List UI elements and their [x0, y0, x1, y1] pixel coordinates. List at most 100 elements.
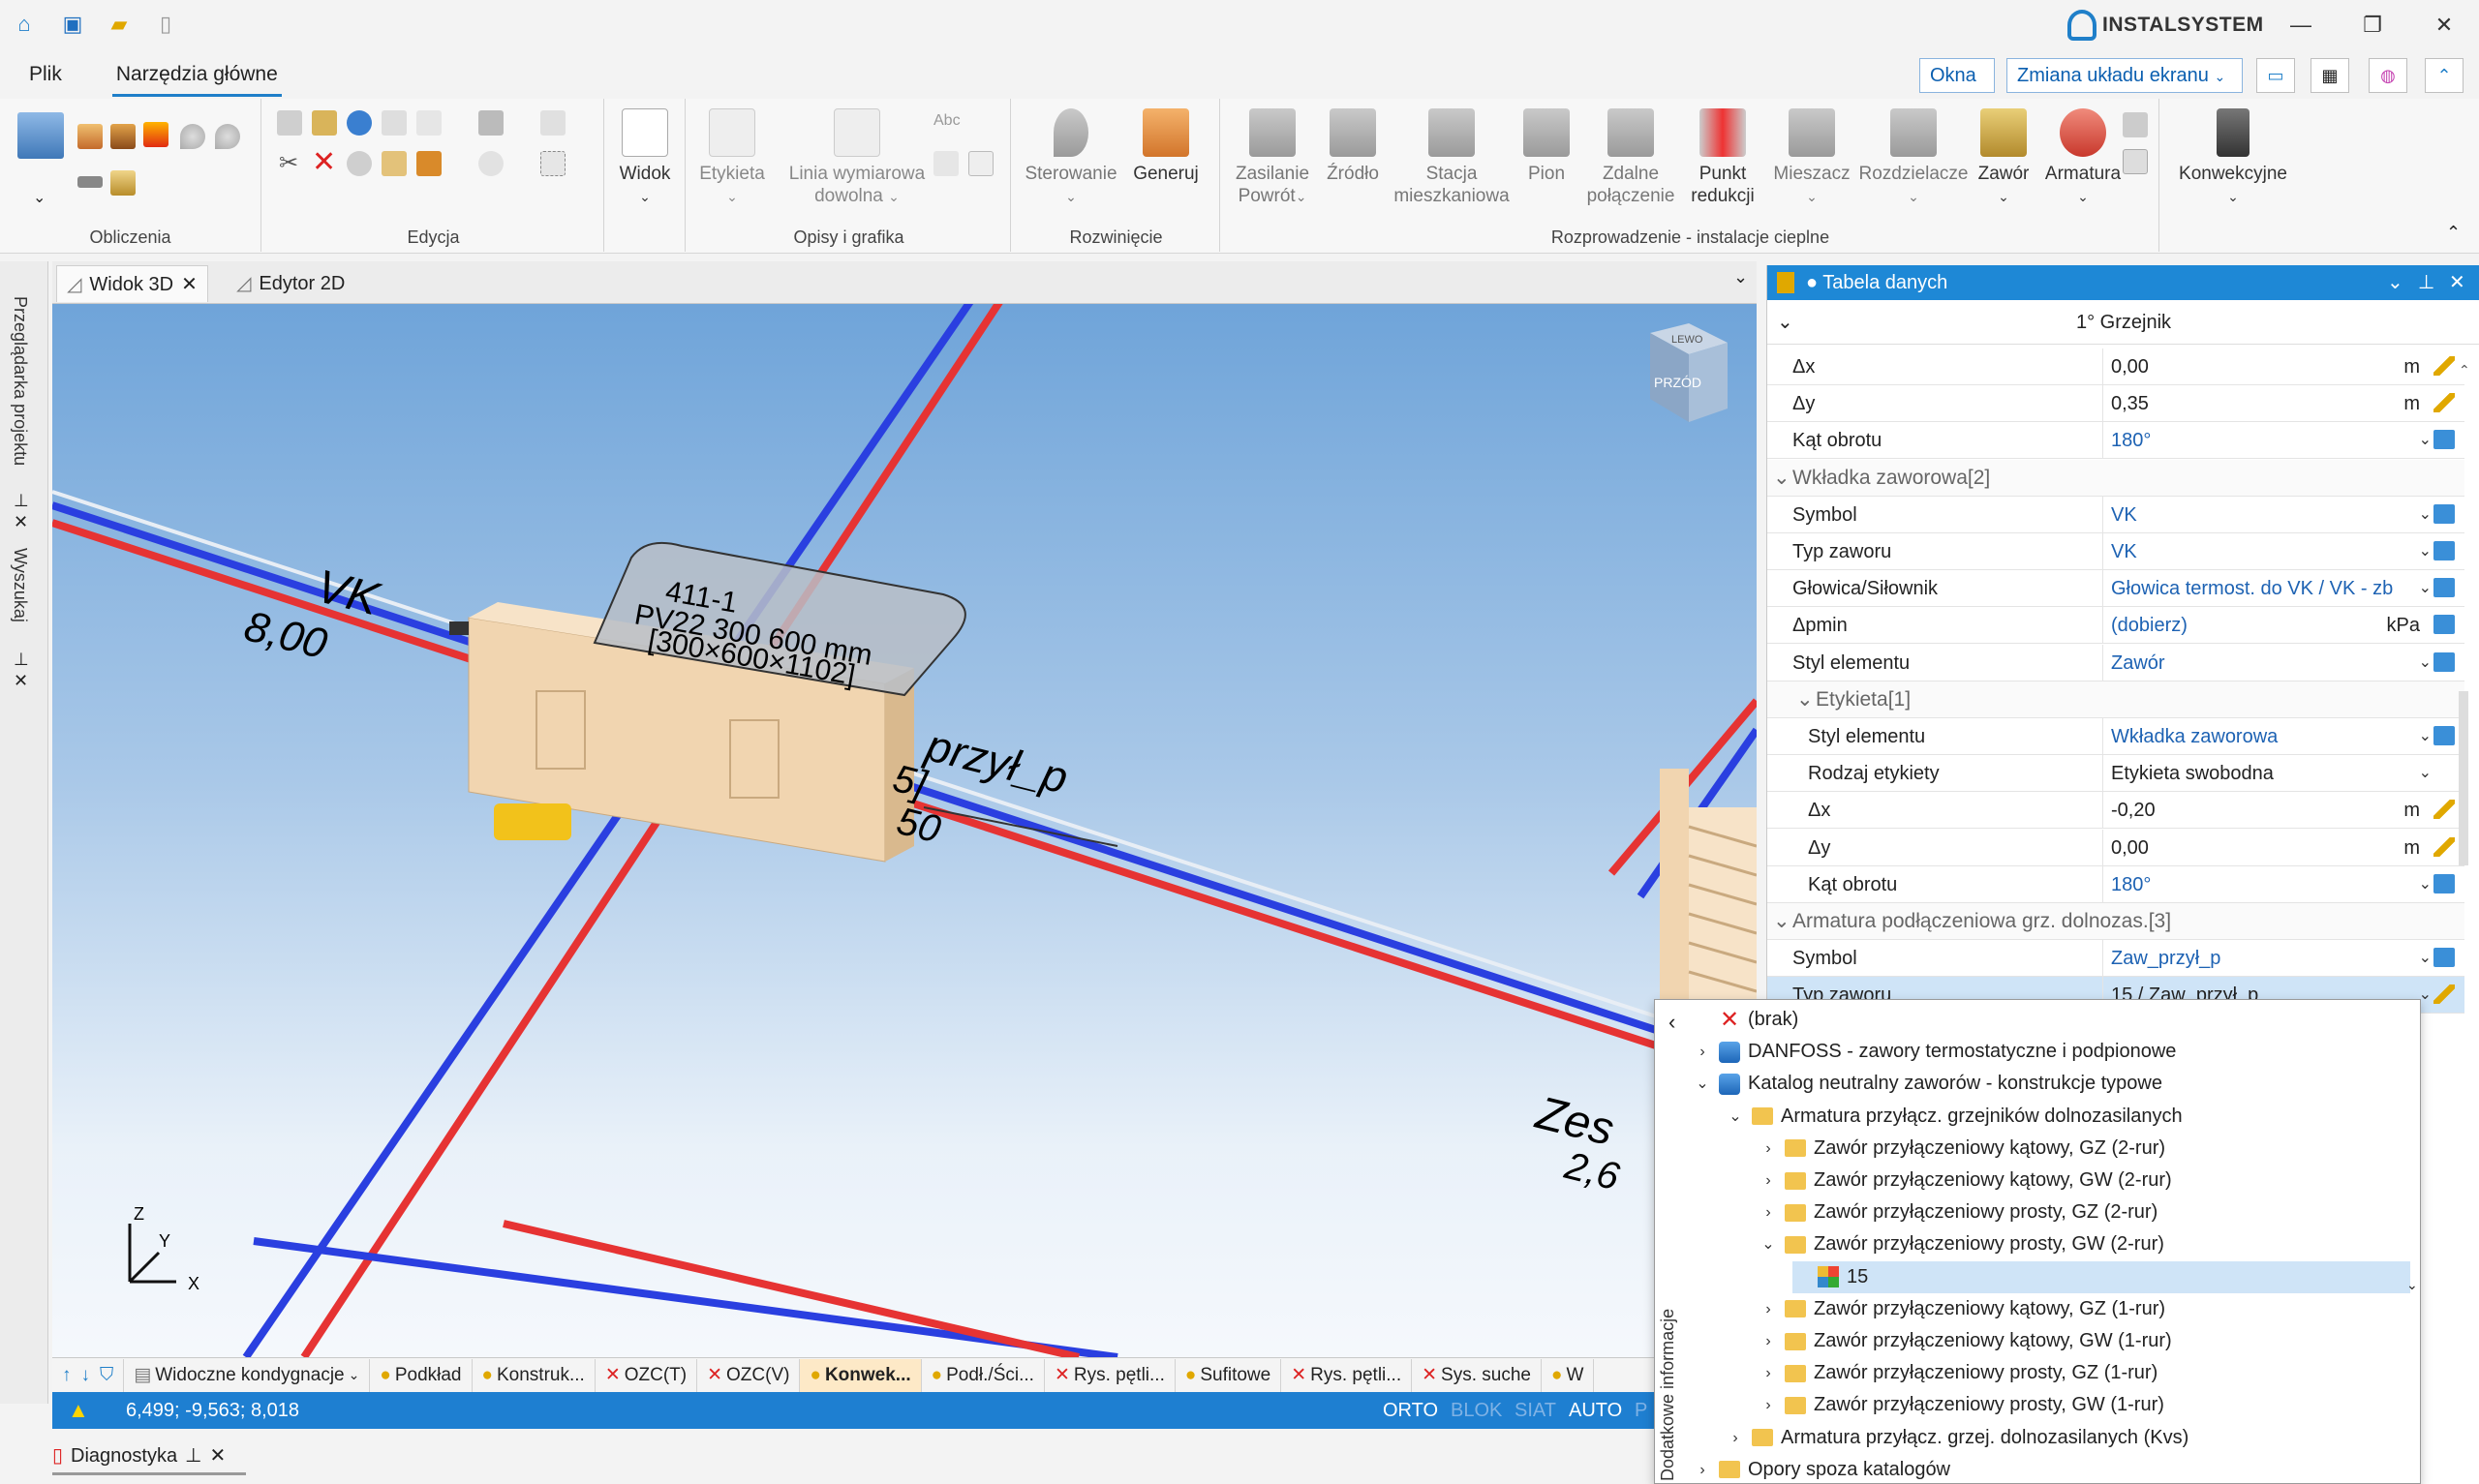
tab-widok-3d[interactable]: ◿ Widok 3D ✕	[56, 265, 208, 302]
tree-item[interactable]: › Zawór przyłączeniowy kątowy, GZ (1-rur)	[1760, 1293, 2410, 1325]
layout-dropdown[interactable]: Zmiana układu ekranu ⌄	[2006, 58, 2243, 93]
chevron-down-icon[interactable]: ⌄	[1727, 1101, 1744, 1133]
pin-icon[interactable]: ⊥	[185, 1438, 201, 1474]
pipe-icon[interactable]	[77, 176, 103, 188]
tree-item[interactable]: ✕ (brak)	[1694, 1004, 2410, 1036]
property-row[interactable]: Symbol Zaw_przył_p ⌄	[1767, 940, 2464, 978]
close-button[interactable]: ✕	[2415, 6, 2473, 45]
tree-item[interactable]: › Zawór przyłączeniowy prosty, GZ (1-rur)	[1760, 1357, 2410, 1389]
save-icon[interactable]: ▣	[58, 10, 87, 39]
new-file-icon[interactable]: ▯	[151, 10, 180, 39]
valve-type-dropdown[interactable]: ‹ ✕ (brak) › DANFOSS - zawory termostatyczn…	[1654, 999, 2421, 1484]
property-row[interactable]: Symbol VK ⌄	[1767, 496, 2464, 533]
property-value[interactable]: Zawór	[2102, 644, 2393, 681]
radiator-small-icon-2[interactable]	[2123, 149, 2148, 174]
pencil-icon[interactable]	[2433, 984, 2455, 1005]
layer-item[interactable]: ● Sufitowe	[1176, 1358, 1282, 1392]
chevron-down-icon[interactable]: ⌄	[2419, 570, 2432, 607]
generate-button[interactable]: Generuj	[1127, 108, 1205, 185]
link-icon[interactable]	[2433, 503, 2455, 524]
property-row[interactable]: Δy 0,00 m	[1767, 829, 2464, 866]
chevron-right-icon[interactable]: ›	[1760, 1165, 1777, 1196]
warning-icon[interactable]: ▲	[68, 1392, 89, 1429]
valve-button[interactable]: Zawór ⌄	[1970, 108, 2037, 208]
tab-plik[interactable]: Plik	[0, 54, 89, 97]
source-button[interactable]: Źródło	[1319, 108, 1387, 185]
minimize-button[interactable]: —	[2272, 6, 2330, 45]
chevron-right-icon[interactable]: ›	[1727, 1422, 1744, 1454]
dimension-line-button[interactable]: Linia wymiarowa dowolna ⌄	[777, 108, 937, 208]
chevron-down-icon[interactable]: ⌄	[2419, 422, 2432, 459]
tree-item[interactable]: 15	[1792, 1260, 2410, 1293]
property-value[interactable]: Etykieta swobodna	[2102, 755, 2393, 792]
link-icon[interactable]	[2433, 578, 2455, 598]
mode-blok[interactable]: BLOK	[1451, 1392, 1502, 1429]
home-icon[interactable]: ⌂	[10, 10, 39, 39]
grid-icon[interactable]	[540, 110, 566, 136]
property-row[interactable]: Styl elementu Zawór ⌄	[1767, 644, 2464, 681]
property-value[interactable]: Głowica termost. do VK / VK - zb	[2102, 570, 2393, 607]
link-icon[interactable]	[2433, 873, 2455, 893]
chevron-down-icon[interactable]: ⌄	[2419, 755, 2432, 792]
tree-item[interactable]: ⌄ Katalog neutralny zaworów - konstrukcje…	[1694, 1068, 2410, 1100]
chevron-down-icon[interactable]: ⌄	[2419, 645, 2432, 681]
visible-levels-dropdown[interactable]: ▤ Widoczne kondygnacje ⌄	[124, 1358, 371, 1392]
diagnostics-tab[interactable]: ▯ Diagnostyka ⊥ ✕	[52, 1439, 246, 1475]
chevron-right-icon[interactable]: ›	[1760, 1133, 1777, 1165]
tree-item[interactable]: ⌄ Armatura przyłącz. grzejników dolnozasi…	[1727, 1101, 2410, 1133]
property-value[interactable]: (dobierz)	[2102, 607, 2393, 644]
mixer-button[interactable]: Mieszacz ⌄	[1766, 108, 1857, 208]
open-icon[interactable]: ▰	[105, 10, 134, 39]
filter-icon[interactable]: ⛉	[100, 1365, 113, 1386]
chevron-right-icon[interactable]: ›	[1760, 1389, 1777, 1421]
mode-orto[interactable]: ORTO	[1383, 1392, 1438, 1429]
pencil-icon[interactable]	[2433, 836, 2455, 857]
folder-calc-icon[interactable]	[110, 170, 136, 196]
layer-item[interactable]: ✕ OZC(V)	[697, 1358, 801, 1392]
house-icon[interactable]	[110, 124, 136, 149]
property-row[interactable]: Δx 0,00 m	[1767, 348, 2464, 385]
property-row[interactable]: Rodzaj etykiety Etykieta swobodna ⌄	[1767, 755, 2464, 793]
close-icon[interactable]: ✕	[2449, 265, 2465, 300]
view-cube-front[interactable]: PRZÓD	[1654, 375, 1701, 390]
tab-edytor-2d[interactable]: ◿ Edytor 2D	[227, 265, 354, 302]
delete-icon[interactable]: ✕	[312, 145, 336, 179]
scrollbar-thumb[interactable]	[2459, 691, 2468, 865]
redo-icon[interactable]	[347, 151, 372, 176]
chevron-down-icon[interactable]: ⌄	[2387, 265, 2403, 300]
chevron-right-icon[interactable]: ›	[1694, 1036, 1711, 1068]
property-section[interactable]: ⌄ Armatura podłączeniowa grz. dolnozas.[3…	[1767, 903, 2464, 940]
chevron-right-icon[interactable]: ›	[1760, 1196, 1777, 1228]
convection-button[interactable]: Konwekcyjne ⌄	[2171, 108, 2295, 208]
pin-icon[interactable]: ⊥	[2418, 265, 2434, 300]
align-icon[interactable]	[416, 110, 442, 136]
chevron-right-icon[interactable]: ›	[1760, 1357, 1777, 1389]
back-arrow-icon[interactable]: ‹	[1668, 1010, 1675, 1035]
chevron-right-icon[interactable]: ›	[1760, 1293, 1777, 1325]
link-icon[interactable]	[2433, 726, 2455, 745]
arrow-up-icon[interactable]: ↑	[62, 1365, 72, 1386]
mirror-icon[interactable]	[416, 151, 442, 176]
mode-p[interactable]: P	[1635, 1392, 1647, 1429]
screen-layout-icon[interactable]: ▭	[2256, 58, 2295, 93]
drop-icon[interactable]	[180, 124, 205, 149]
station-button[interactable]: Stacja mieszkaniowa	[1389, 108, 1515, 207]
scroll-down-icon[interactable]: ⌄	[2406, 1277, 2418, 1293]
tree-item[interactable]: › Zawór przyłączeniowy kątowy, GW (2-rur)	[1760, 1165, 2410, 1196]
property-value[interactable]: Wkładka zaworowa	[2102, 718, 2393, 754]
chevron-down-icon[interactable]: ⌄	[1777, 300, 1793, 345]
close-icon[interactable]: ✕	[210, 1438, 227, 1474]
label-button[interactable]: Etykieta ⌄	[693, 108, 771, 208]
text-style-button[interactable]: Abc	[933, 112, 961, 130]
property-section[interactable]: ⌄ Etykieta[1]	[1767, 681, 2464, 718]
property-row[interactable]: Kąt obrotu 180° ⌄	[1767, 865, 2464, 903]
fittings-button[interactable]: Armatura ⌄	[2037, 108, 2128, 208]
view-cube[interactable]: LEWO PRZÓD	[1650, 323, 1728, 422]
link-icon[interactable]	[2433, 541, 2455, 560]
layer-item[interactable]: ● Konwek...	[800, 1358, 922, 1392]
chevron-down-icon[interactable]: ⌄	[1773, 903, 1790, 940]
close-icon[interactable]: ✕	[181, 267, 198, 302]
remote-connection-button[interactable]: Zdalne połączenie	[1582, 108, 1679, 207]
tree-item[interactable]: › Zawór przyłączeniowy kątowy, GZ (2-rur)	[1760, 1133, 2410, 1165]
tree-item[interactable]: › Zawór przyłączeniowy prosty, GZ (2-rur)	[1760, 1196, 2410, 1228]
